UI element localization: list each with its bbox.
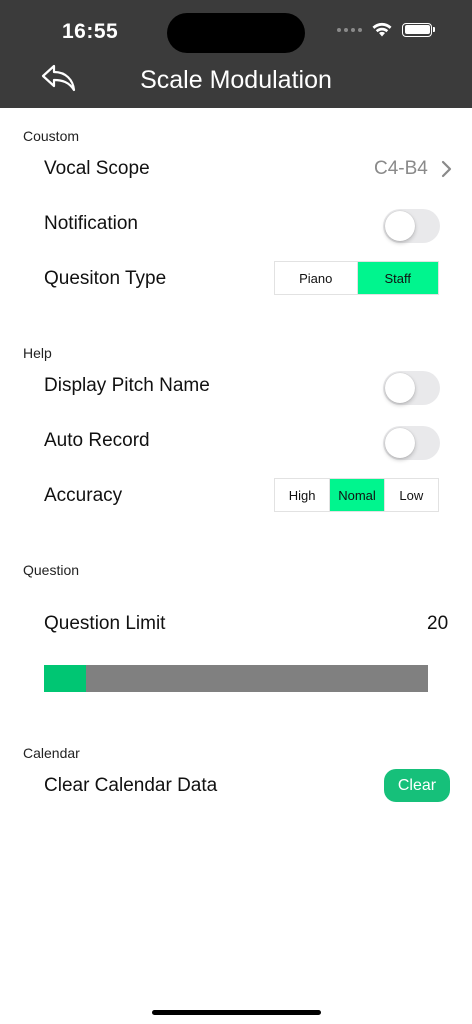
notification-toggle[interactable] <box>383 209 440 243</box>
accuracy-segmented[interactable]: High Nomal Low <box>274 478 439 512</box>
notification-label: Notification <box>44 213 138 234</box>
display-pitch-name-toggle[interactable] <box>383 371 440 405</box>
section-header-help: Help <box>23 345 52 361</box>
status-time: 16:55 <box>62 20 119 43</box>
vocal-scope-label: Vocal Scope <box>44 158 150 179</box>
clear-button[interactable]: Clear <box>384 769 450 802</box>
cellular-signal-icon <box>337 27 362 32</box>
battery-icon <box>402 22 435 37</box>
segment-nomal[interactable]: Nomal <box>329 479 384 511</box>
chevron-right-icon <box>441 160 452 178</box>
slider-fill <box>44 665 87 692</box>
section-header-calendar: Calendar <box>23 745 80 761</box>
accuracy-label: Accuracy <box>44 485 123 506</box>
auto-record-toggle[interactable] <box>383 426 440 460</box>
clear-calendar-label: Clear Calendar Data <box>44 775 218 796</box>
segment-high[interactable]: High <box>275 479 329 511</box>
wifi-icon <box>372 22 392 37</box>
question-type-label: Quesiton Type <box>44 268 167 289</box>
status-indicators <box>337 22 435 37</box>
dynamic-island <box>167 13 305 53</box>
question-limit-slider[interactable] <box>44 665 428 692</box>
vocal-scope-value: C4-B4 <box>374 158 428 179</box>
question-type-segmented[interactable]: Piano Staff <box>274 261 439 295</box>
nav-bar: 16:55 Scale Modulation <box>0 0 472 108</box>
page-title: Scale Modulation <box>140 66 332 94</box>
home-indicator <box>152 1010 321 1015</box>
segment-low[interactable]: Low <box>383 479 438 511</box>
question-limit-value: 20 <box>427 613 449 634</box>
auto-record-label: Auto Record <box>44 430 150 451</box>
question-limit-label: Question Limit <box>44 613 166 634</box>
segment-staff[interactable]: Staff <box>356 262 438 294</box>
display-pitch-name-label: Display Pitch Name <box>44 375 210 396</box>
section-header-question: Question <box>23 562 80 578</box>
section-header-custom: Coustom <box>23 128 80 144</box>
segment-piano[interactable]: Piano <box>275 262 357 294</box>
vocal-scope-row[interactable]: C4-B4 <box>360 156 455 182</box>
